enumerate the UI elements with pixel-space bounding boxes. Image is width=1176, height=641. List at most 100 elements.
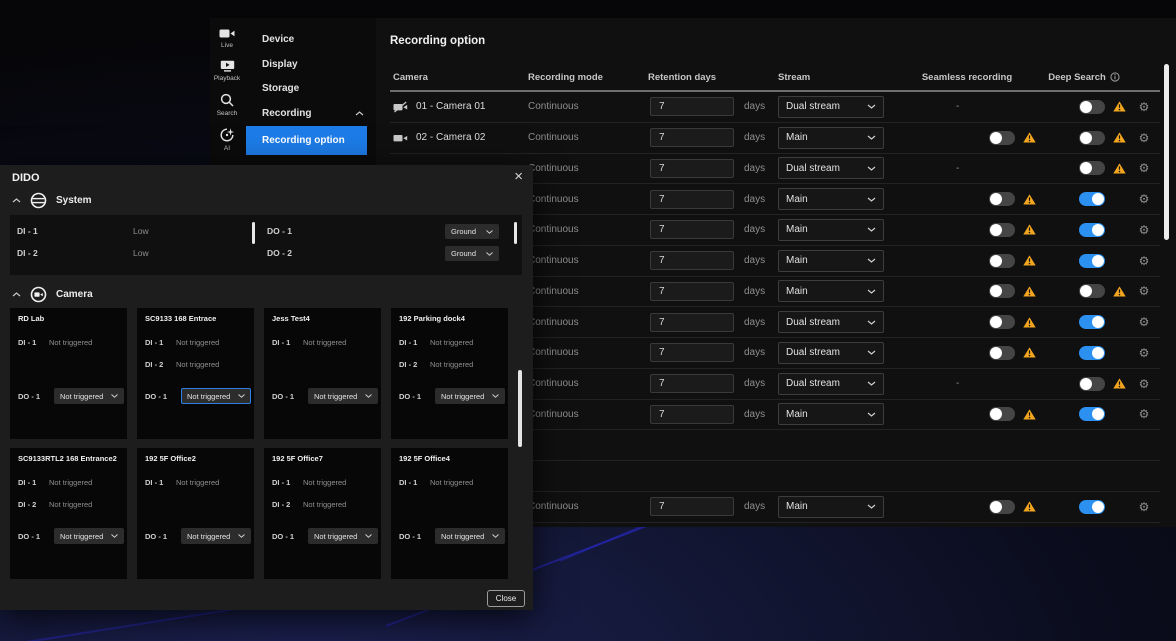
camera-name: 02 - Camera 02	[416, 132, 485, 143]
nav-item-live[interactable]: Live	[219, 28, 235, 49]
retention-days-input[interactable]	[650, 251, 734, 270]
settings-gear-icon[interactable]: ⚙	[1139, 501, 1150, 513]
settings-gear-icon[interactable]: ⚙	[1139, 408, 1150, 420]
do-trigger-select[interactable]: Not triggered	[54, 528, 124, 544]
deep-search-toggle[interactable]	[1079, 377, 1105, 391]
retention-days-input[interactable]	[650, 282, 734, 301]
stream-select[interactable]: Main	[778, 219, 884, 241]
deep-search-toggle[interactable]	[1079, 161, 1105, 175]
settings-gear-icon[interactable]: ⚙	[1139, 347, 1150, 359]
do-trigger-select[interactable]: Not triggered	[435, 528, 505, 544]
modal-scrollbar-thumb[interactable]	[518, 370, 522, 447]
menu-item-recording-option[interactable]: Recording option	[246, 126, 367, 155]
system-section-header[interactable]: System	[12, 192, 92, 209]
retention-days-input[interactable]	[650, 159, 734, 178]
main-scrollbar-thumb[interactable]	[1164, 64, 1169, 240]
deep-search-toggle[interactable]	[1079, 223, 1105, 237]
settings-gear-icon[interactable]: ⚙	[1139, 316, 1150, 328]
nav-item-playback[interactable]: Playback	[214, 60, 240, 82]
seamless-recording-toggle[interactable]	[989, 346, 1015, 360]
do-ground-select[interactable]: Ground	[445, 224, 499, 239]
settings-gear-icon[interactable]: ⚙	[1139, 162, 1150, 174]
do-ground-select[interactable]: Ground	[445, 246, 499, 261]
do-select-value: Not triggered	[60, 392, 103, 401]
do-list-scrollbar[interactable]	[514, 222, 517, 244]
stream-select[interactable]: Dual stream	[778, 157, 884, 179]
stream-select[interactable]: Dual stream	[778, 373, 884, 395]
retention-days-input[interactable]	[650, 343, 734, 362]
retention-days-input[interactable]	[650, 220, 734, 239]
deep-search-toggle[interactable]	[1079, 192, 1105, 206]
deep-search-toggle[interactable]	[1079, 346, 1105, 360]
do-label: DO - 2	[267, 248, 397, 258]
warning-icon	[1023, 317, 1036, 328]
settings-gear-icon[interactable]: ⚙	[1139, 285, 1150, 297]
chevron-down-icon	[867, 320, 876, 325]
deep-search-toggle[interactable]	[1079, 407, 1105, 421]
close-button[interactable]: Close	[487, 590, 525, 607]
seamless-recording-toggle[interactable]	[989, 223, 1015, 237]
chevron-up-icon	[355, 111, 364, 116]
retention-days-input[interactable]	[650, 190, 734, 209]
seamless-recording-toggle[interactable]	[989, 192, 1015, 206]
seamless-recording-toggle[interactable]	[989, 254, 1015, 268]
settings-gear-icon[interactable]: ⚙	[1139, 255, 1150, 267]
menu-item-storage[interactable]: Storage	[244, 77, 376, 102]
days-suffix: days	[744, 347, 765, 358]
retention-days-input[interactable]	[650, 97, 734, 116]
settings-gear-icon[interactable]: ⚙	[1139, 101, 1150, 113]
retention-days-input[interactable]	[650, 405, 734, 424]
do-trigger-select[interactable]: Not triggered	[308, 388, 378, 404]
di-list-scrollbar[interactable]	[252, 222, 255, 244]
seamless-recording-toggle[interactable]	[989, 284, 1015, 298]
menu-item-device[interactable]: Device	[244, 28, 376, 53]
nav-item-search[interactable]: Search	[217, 93, 238, 117]
retention-days-input[interactable]	[650, 313, 734, 332]
camera-section-header[interactable]: Camera	[12, 286, 93, 303]
settings-gear-icon[interactable]: ⚙	[1139, 224, 1150, 236]
seamless-recording-toggle[interactable]	[989, 407, 1015, 421]
stream-select[interactable]: Dual stream	[778, 311, 884, 333]
retention-days-input[interactable]	[650, 128, 734, 147]
deep-search-toggle[interactable]	[1079, 500, 1105, 514]
warning-icon	[1023, 501, 1036, 512]
do-trigger-select[interactable]: Not triggered	[181, 388, 251, 404]
warning-icon	[1023, 255, 1036, 266]
menu-item-display[interactable]: Display	[244, 53, 376, 78]
stream-select[interactable]: Main	[778, 250, 884, 272]
do-trigger-select[interactable]: Not triggered	[54, 388, 124, 404]
seamless-recording-toggle[interactable]	[989, 131, 1015, 145]
stream-select[interactable]: Dual stream	[778, 96, 884, 118]
seamless-recording-toggle[interactable]	[989, 500, 1015, 514]
menu-item-recording[interactable]: Recording	[244, 102, 376, 127]
nav-item-ai[interactable]: AI	[220, 128, 235, 152]
deep-search-toggle[interactable]	[1079, 284, 1105, 298]
settings-gear-icon[interactable]: ⚙	[1139, 378, 1150, 390]
settings-gear-icon[interactable]: ⚙	[1139, 193, 1150, 205]
stream-select[interactable]: Main	[778, 496, 884, 518]
seamless-recording-toggle[interactable]	[989, 315, 1015, 329]
recording-mode-value: Continuous	[528, 224, 579, 235]
stream-select[interactable]: Dual stream	[778, 342, 884, 364]
seamless-recording-cell	[894, 346, 1040, 360]
ai-sparkle-icon	[220, 128, 235, 142]
deep-search-toggle[interactable]	[1079, 131, 1105, 145]
do-trigger-select[interactable]: Not triggered	[308, 528, 378, 544]
deep-search-toggle[interactable]	[1079, 100, 1105, 114]
retention-days-input[interactable]	[650, 374, 734, 393]
stream-select-value: Dual stream	[786, 317, 840, 328]
info-icon[interactable]	[1110, 72, 1120, 82]
chevron-down-icon	[867, 412, 876, 417]
di-status-row: DI - 1Not triggered	[272, 338, 346, 347]
close-icon[interactable]: ×	[514, 168, 523, 186]
deep-search-toggle[interactable]	[1079, 315, 1105, 329]
retention-days-input[interactable]	[650, 497, 734, 516]
stream-select[interactable]: Main	[778, 127, 884, 149]
deep-search-toggle[interactable]	[1079, 254, 1105, 268]
stream-select[interactable]: Main	[778, 188, 884, 210]
do-trigger-select[interactable]: Not triggered	[435, 388, 505, 404]
settings-gear-icon[interactable]: ⚙	[1139, 132, 1150, 144]
do-trigger-select[interactable]: Not triggered	[181, 528, 251, 544]
stream-select[interactable]: Main	[778, 280, 884, 302]
stream-select[interactable]: Main	[778, 403, 884, 425]
